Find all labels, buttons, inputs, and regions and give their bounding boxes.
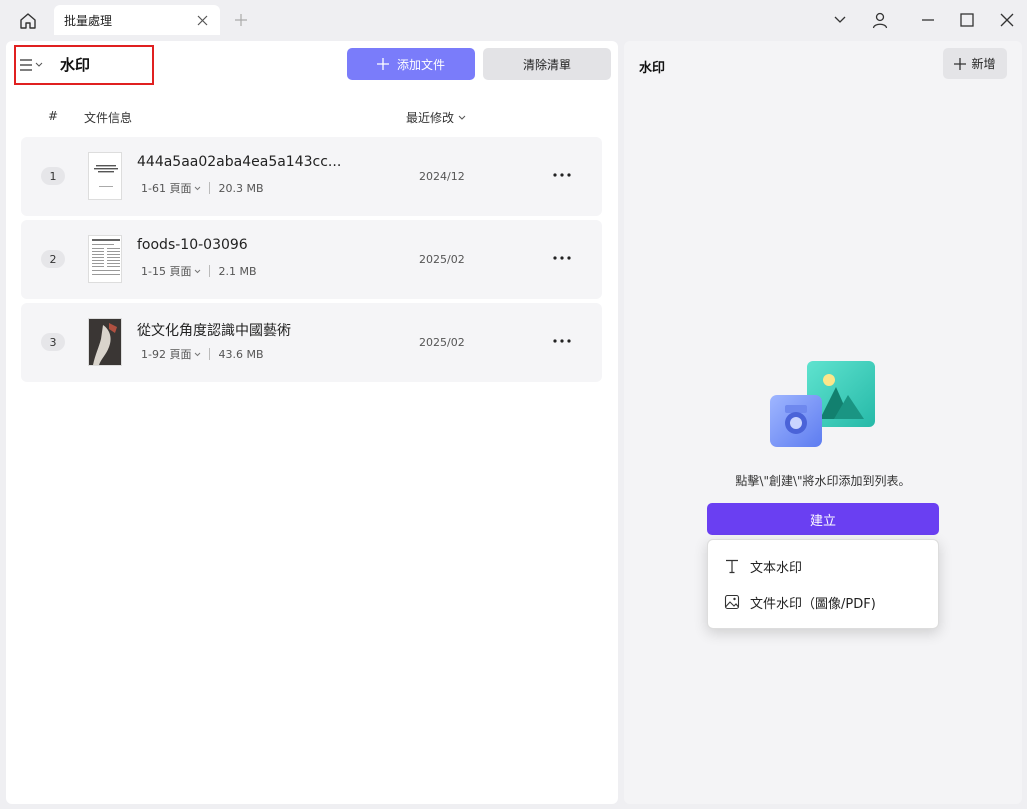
- chevron-down-icon: [195, 352, 201, 356]
- minimize-icon[interactable]: [917, 10, 939, 30]
- file-size: 2.1 MB: [218, 264, 257, 278]
- file-row[interactable]: 1 444a5aa02aba4ea5a143cc... 1-61 頁面 20.3…: [21, 137, 602, 216]
- empty-state-hint: 點擊\"創建\"將水印添加到列表。: [735, 474, 911, 488]
- empty-state-illustration: [768, 359, 878, 451]
- meta-divider: [209, 182, 211, 194]
- row-number: 1: [41, 167, 65, 185]
- file-row[interactable]: 2 foods-10-03096 1-15 頁面 2.1 MB 2025/02: [21, 220, 602, 299]
- chevron-down-icon: [195, 186, 201, 190]
- file-name: 從文化角度認識中國藝術: [137, 323, 291, 339]
- watermark-panel-title: 水印: [639, 61, 666, 76]
- maximize-icon[interactable]: [956, 10, 978, 30]
- file-meta: 1-61 頁面 20.3 MB: [141, 180, 264, 196]
- file-modified-date: 2024/12: [419, 170, 465, 183]
- file-meta: 1-92 頁面 43.6 MB: [141, 346, 264, 362]
- mode-title: 水印: [60, 56, 91, 74]
- title-bar: 批量處理: [0, 0, 1027, 40]
- column-header-modified-label: 最近修改: [406, 111, 455, 125]
- menu-item-text-watermark[interactable]: 文本水印: [708, 548, 938, 584]
- file-row[interactable]: 3 從文化角度認識中國藝術 1-92 頁面 43.6 MB 2025/02: [21, 303, 602, 382]
- close-tab-icon[interactable]: [194, 12, 210, 28]
- mode-menu-toggle[interactable]: [20, 56, 48, 74]
- file-thumbnail: [88, 318, 122, 366]
- new-watermark-button[interactable]: 新增: [943, 48, 1007, 79]
- column-header-file-info: 文件信息: [84, 111, 133, 125]
- file-thumbnail: [88, 152, 122, 200]
- more-options-icon[interactable]: [551, 331, 573, 351]
- home-icon[interactable]: [14, 8, 42, 34]
- image-file-icon: [724, 594, 740, 610]
- meta-divider: [209, 265, 211, 277]
- chevron-down-icon: [195, 269, 201, 273]
- file-meta: 1-15 頁面 2.1 MB: [141, 263, 257, 279]
- create-watermark-label: 建立: [809, 513, 836, 529]
- tab-label: 批量處理: [64, 13, 113, 28]
- page-range-dropdown[interactable]: 1-15 頁面: [141, 263, 201, 279]
- page-range-dropdown[interactable]: 1-61 頁面: [141, 180, 201, 196]
- user-account-icon[interactable]: [869, 10, 891, 30]
- new-tab-plus-icon[interactable]: [232, 11, 250, 29]
- menu-item-label: 文件水印（圖像/PDF): [750, 596, 876, 612]
- create-watermark-button[interactable]: 建立: [707, 503, 939, 535]
- close-window-icon[interactable]: [996, 10, 1018, 30]
- menu-item-file-watermark[interactable]: 文件水印（圖像/PDF): [708, 584, 938, 620]
- sort-chevron-icon: [458, 115, 466, 120]
- row-number: 3: [41, 333, 65, 351]
- column-header-modified[interactable]: 最近修改: [406, 109, 466, 126]
- watermark-type-menu: 文本水印 文件水印（圖像/PDF): [707, 539, 939, 629]
- file-size: 43.6 MB: [218, 347, 264, 361]
- file-size: 20.3 MB: [218, 181, 264, 195]
- file-name: foods-10-03096: [137, 237, 248, 253]
- page-range-label: 1-15 頁面: [141, 265, 192, 278]
- add-files-label: 添加文件: [396, 57, 445, 72]
- file-name: 444a5aa02aba4ea5a143cc...: [137, 154, 342, 170]
- more-options-icon[interactable]: [551, 248, 573, 268]
- tab-batch-processing[interactable]: 批量處理: [54, 5, 220, 35]
- plus-icon: [954, 57, 967, 70]
- page-range-dropdown[interactable]: 1-92 頁面: [141, 346, 201, 362]
- file-thumbnail: [88, 235, 122, 283]
- clear-list-button[interactable]: 清除清單: [483, 48, 611, 80]
- file-modified-date: 2025/02: [419, 336, 465, 349]
- menu-item-label: 文本水印: [750, 560, 803, 576]
- meta-divider: [209, 348, 211, 360]
- page-range-label: 1-92 頁面: [141, 348, 192, 361]
- column-header-index: #: [48, 109, 59, 123]
- chevron-down-icon: [35, 62, 43, 67]
- file-list-panel: 水印 添加文件 清除清單 # 文件信息 最近修改 1 444a5aa02aba4…: [6, 41, 618, 804]
- file-modified-date: 2025/02: [419, 253, 465, 266]
- chevron-down-icon[interactable]: [829, 10, 851, 30]
- row-number: 2: [41, 250, 65, 268]
- page-range-label: 1-61 頁面: [141, 182, 192, 195]
- more-options-icon[interactable]: [551, 165, 573, 185]
- add-files-button[interactable]: 添加文件: [347, 48, 475, 80]
- text-t-icon: [726, 559, 738, 574]
- hamburger-menu-icon: [20, 59, 32, 71]
- watermark-panel: 水印 新增 點擊\"創建\"將水印添加到列表。 建立 文本水印 文件水印（圖像/…: [624, 41, 1022, 804]
- clear-list-label: 清除清單: [522, 57, 571, 72]
- plus-icon: [376, 58, 389, 70]
- new-watermark-label: 新增: [971, 57, 996, 71]
